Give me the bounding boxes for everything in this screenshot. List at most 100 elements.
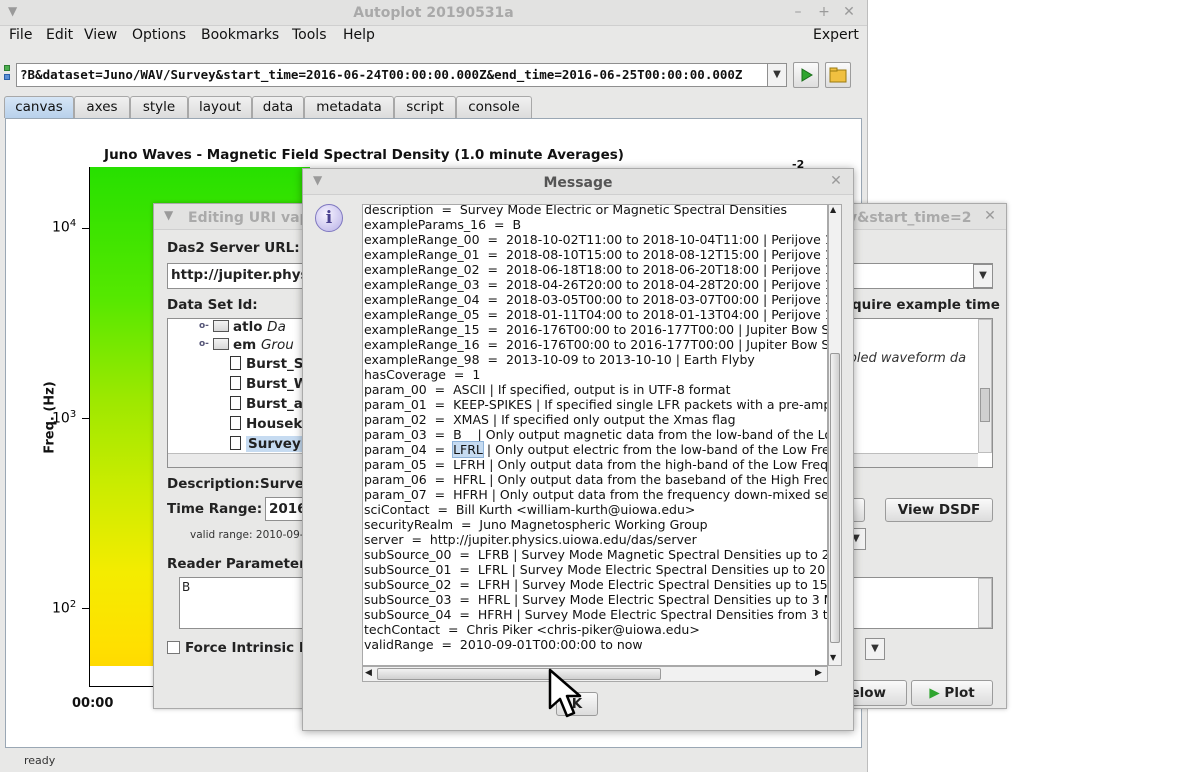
- reader-params-label: Reader Parameters: [167, 556, 314, 572]
- scroll-thumb[interactable]: [980, 388, 990, 422]
- url-input[interactable]: ?B&dataset=Juno/WAV/Survey&start_time=20…: [16, 63, 768, 87]
- tree-item-selected[interactable]: Survey: [230, 436, 303, 452]
- tab-script[interactable]: script: [394, 96, 456, 118]
- require-example-label: quire example time: [852, 297, 1000, 313]
- go-button[interactable]: [793, 62, 819, 88]
- scroll-right-icon[interactable]: ▶: [815, 668, 822, 678]
- message-line: exampleRange_16 = 2016-176T00:00 to 2016…: [364, 337, 828, 352]
- y-tick-mark: [82, 418, 90, 419]
- plot-button[interactable]: ▶ Plot: [911, 680, 993, 706]
- status-indicator-icon: [4, 65, 10, 71]
- y-tick-mark: [82, 608, 90, 609]
- options-dropdown[interactable]: ▼: [865, 638, 885, 660]
- tab-style[interactable]: style: [130, 96, 188, 118]
- plot-button-label: Plot: [944, 685, 975, 701]
- reader-params-value: B: [182, 580, 191, 594]
- force-intrinsic-label: Force Intrinsic Re: [185, 640, 319, 656]
- message-line: exampleRange_04 = 2018-03-05T00:00 to 20…: [364, 292, 828, 307]
- description-label: Description:: [167, 476, 260, 492]
- tree-folder-atlo[interactable]: o‑ atlo Da: [199, 319, 286, 335]
- message-line: exampleRange_15 = 2016-176T00:00 to 2016…: [364, 322, 828, 337]
- url-dropdown-button[interactable]: ▼: [767, 63, 787, 87]
- tab-layout[interactable]: layout: [188, 96, 252, 118]
- message-line: param_00 = ASCII | If specified, output …: [364, 382, 731, 397]
- menu-help[interactable]: Help: [343, 27, 375, 43]
- tree-item[interactable]: Burst_a: [230, 396, 303, 412]
- force-intrinsic-checkbox[interactable]: [167, 641, 180, 654]
- scroll-thumb[interactable]: [830, 353, 840, 643]
- menu-edit[interactable]: Edit: [46, 27, 73, 43]
- close-icon[interactable]: ✕: [841, 4, 857, 20]
- message-line: subSource_04 = HFRH | Survey Mode Electr…: [364, 607, 828, 622]
- expert-menu[interactable]: Expert: [813, 27, 859, 43]
- tree-folder-em[interactable]: o‑ em Grou: [199, 337, 294, 353]
- message-line: subSource_02 = LFRH | Survey Mode Electr…: [364, 577, 828, 592]
- message-line: param_07 = HFRH | Only output data from …: [364, 487, 828, 502]
- open-file-button[interactable]: [825, 62, 851, 88]
- scroll-thumb[interactable]: [377, 668, 661, 680]
- message-line: techContact = Chris Piker <chris-piker@u…: [364, 622, 700, 637]
- message-line: param_02 = XMAS | If specified only outp…: [364, 412, 736, 427]
- message-line-selected: param_04 = LFRL | Only output electric f…: [364, 441, 828, 458]
- folder-icon: [213, 320, 229, 332]
- plot-title: Juno Waves - Magnetic Field Spectral Den…: [104, 147, 624, 163]
- message-line: description = Survey Mode Electric or Ma…: [364, 204, 787, 217]
- menu-view[interactable]: View: [84, 27, 117, 43]
- message-line: param_03 = B | Only output magnetic data…: [364, 427, 828, 442]
- menu-tools[interactable]: Tools: [292, 27, 327, 43]
- play-icon: [801, 68, 813, 82]
- maximize-icon[interactable]: +: [816, 4, 832, 20]
- tab-console[interactable]: console: [456, 96, 532, 118]
- tree-toggle-icon[interactable]: o‑: [199, 321, 209, 331]
- file-icon: [230, 376, 241, 390]
- tree-item[interactable]: Burst_S: [230, 356, 304, 372]
- server-url-dropdown[interactable]: ▼: [973, 264, 993, 288]
- scroll-up-icon[interactable]: ▲: [830, 205, 836, 214]
- message-line: param_05 = LFRH | Only output data from …: [364, 457, 828, 472]
- message-hscroll[interactable]: ◀ ▶: [362, 666, 828, 682]
- file-icon: [230, 416, 241, 430]
- message-vscroll[interactable]: ▲ ▼: [828, 204, 842, 666]
- menu-options[interactable]: Options: [132, 27, 186, 43]
- message-line: exampleRange_01 = 2018-08-10T15:00 to 20…: [364, 247, 828, 262]
- message-line: exampleRange_00 = 2018-10-02T11:00 to 20…: [364, 232, 828, 247]
- close-icon[interactable]: ✕: [982, 208, 998, 224]
- tab-data[interactable]: data: [252, 96, 304, 118]
- message-line: hasCoverage = 1: [364, 367, 481, 382]
- selected-text[interactable]: LFRL: [452, 441, 484, 458]
- play-icon: ▶: [929, 685, 940, 701]
- tree-item[interactable]: Housek: [230, 416, 302, 432]
- tab-canvas[interactable]: canvas: [4, 96, 74, 118]
- tree-vscroll[interactable]: [978, 319, 992, 453]
- message-line: securityRealm = Juno Magnetospheric Work…: [364, 517, 708, 532]
- folder-icon: [213, 338, 229, 350]
- message-text-area[interactable]: description = Survey Mode Electric or Ma…: [362, 204, 828, 666]
- menu-bookmarks[interactable]: Bookmarks: [201, 27, 279, 43]
- scroll-left-icon[interactable]: ◀: [365, 668, 372, 678]
- file-icon: [230, 396, 241, 410]
- x-tick-label: 00:00: [72, 696, 114, 711]
- message-line: sciContact = Bill Kurth <william-kurth@u…: [364, 502, 696, 517]
- message-line: param_06 = HFRL | Only output data from …: [364, 472, 828, 487]
- scroll-down-icon[interactable]: ▼: [830, 653, 836, 662]
- menu-file[interactable]: File: [9, 27, 32, 43]
- view-dsdf-button[interactable]: View DSDF: [885, 498, 993, 522]
- message-titlebar: ▼ Message ✕: [303, 169, 853, 195]
- tree-toggle-icon[interactable]: o‑: [199, 339, 209, 349]
- message-line: subSource_03 = HFRL | Survey Mode Electr…: [364, 592, 828, 607]
- message-dialog: ▼ Message ✕ i description = Survey Mode …: [302, 168, 854, 731]
- close-icon[interactable]: ✕: [828, 173, 844, 189]
- message-line: exampleRange_05 = 2018-01-11T04:00 to 20…: [364, 307, 828, 322]
- status-indicator-icon: [4, 74, 10, 80]
- window-menu-icon[interactable]: ▼: [164, 208, 173, 222]
- message-line: exampleRange_03 = 2018-04-26T20:00 to 20…: [364, 277, 828, 292]
- minimize-icon[interactable]: –: [790, 4, 806, 20]
- tab-axes[interactable]: axes: [74, 96, 130, 118]
- menubar: File Edit View Options Bookmarks Tools H…: [0, 26, 868, 46]
- reader-params-vscroll[interactable]: [978, 578, 992, 628]
- tree-item[interactable]: Burst_W: [230, 376, 309, 392]
- window-title: Autoplot 20190531a: [353, 5, 514, 21]
- tab-metadata[interactable]: metadata: [304, 96, 394, 118]
- message-line: server = http://jupiter.physics.uiowa.ed…: [364, 532, 697, 547]
- y-tick-label: 102: [52, 599, 77, 617]
